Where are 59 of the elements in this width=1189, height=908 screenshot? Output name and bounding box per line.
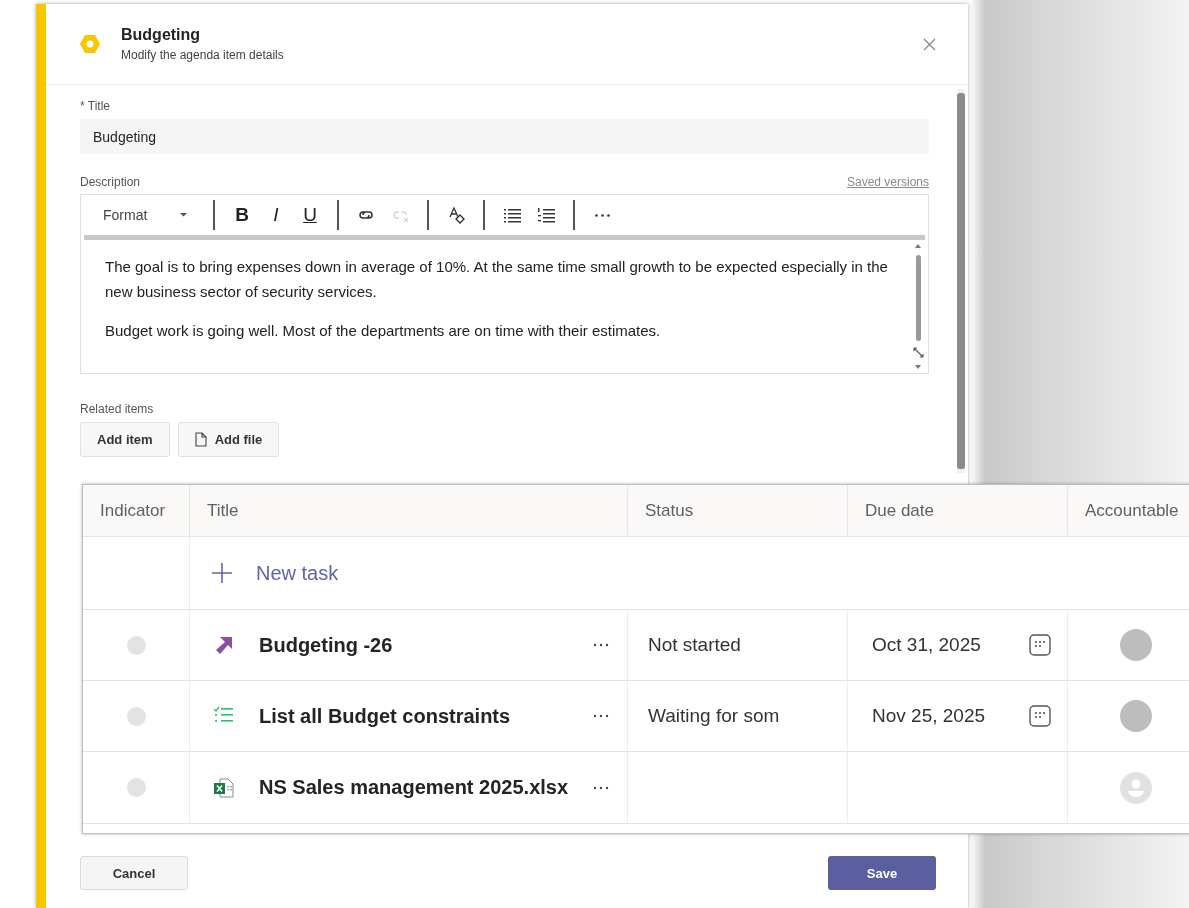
calendar-icon (1029, 634, 1051, 656)
close-icon (923, 37, 936, 51)
add-button[interactable]: Add file (177, 422, 280, 457)
title-field[interactable]: Budgeting (80, 119, 929, 154)
field-label: * Title (80, 99, 111, 113)
new-task-button[interactable]: New task (212, 561, 339, 585)
more-icon (594, 213, 610, 217)
field-label: Related items (80, 402, 155, 416)
column-header[interactable]: Title (190, 485, 628, 537)
scrollbar-thumb[interactable] (915, 254, 921, 341)
due-date-text: Oct 31, 2025 (872, 634, 981, 656)
resize-icon (912, 347, 924, 359)
dialog-title: Budgeting (121, 26, 202, 44)
task-title[interactable]: List all Budget constraints (259, 704, 593, 728)
italic-button[interactable]: I (259, 200, 293, 230)
due-date-text: Nov 25, 2025 (872, 705, 986, 727)
avatar (1120, 629, 1152, 661)
document-icon (194, 432, 207, 447)
task-icon (214, 635, 234, 655)
column-header[interactable]: Status (628, 485, 848, 537)
task-title[interactable]: Budgeting -26 (259, 633, 593, 657)
format-dropdown[interactable]: Format (85, 207, 203, 223)
save-button[interactable]: Save (828, 856, 936, 890)
scroll-down-icon (915, 364, 921, 369)
description-paragraph: The goal is to bring expenses down in average of 10%. At the same time small growth to be expected especially in the new business sector of security services. (105, 257, 889, 302)
dialog-subtitle: Modify the agenda item details (121, 48, 285, 62)
indicator-dot (126, 635, 146, 655)
more-icon (593, 785, 609, 790)
numbered-list-icon (537, 206, 555, 224)
status-text: Not started (647, 634, 741, 656)
task-title[interactable]: NS Sales management 2025.xlsx (259, 776, 593, 799)
bulleted-list-icon (503, 206, 521, 224)
more-icon (593, 643, 609, 647)
calendar-icon (1029, 705, 1051, 727)
add-button[interactable]: Add item (80, 422, 170, 457)
status-text: Waiting for som (647, 705, 780, 727)
spreadsheet-file-icon (214, 777, 234, 798)
hexagon-icon (80, 34, 100, 54)
indicator-dot (126, 778, 146, 797)
calendar-button[interactable] (1029, 634, 1051, 656)
cancel-button[interactable]: Cancel (80, 856, 188, 890)
description-paragraph: Budget work is going well. Most of the departments are on time with their estimates. (105, 321, 662, 341)
column-header[interactable]: Indicator (83, 485, 190, 537)
column-header[interactable]: Accountable (1068, 485, 1189, 537)
field-label: Description (80, 175, 141, 189)
person-placeholder-icon (1120, 771, 1152, 804)
calendar-button[interactable] (1029, 705, 1051, 727)
underline-button[interactable]: U (293, 200, 327, 230)
caret-icon (180, 213, 187, 217)
clear-formatting-icon (447, 206, 465, 224)
saved-versions-link[interactable]: Saved versions (846, 175, 929, 189)
column-header[interactable]: Due date (848, 485, 1068, 537)
scroll-up-icon (915, 244, 921, 248)
plus-icon (212, 563, 232, 583)
indicator-dot (126, 706, 146, 726)
more-icon (593, 714, 609, 718)
bold-button[interactable]: B (225, 200, 259, 230)
editor-scrollbar[interactable] (914, 244, 922, 369)
avatar (1120, 700, 1152, 732)
